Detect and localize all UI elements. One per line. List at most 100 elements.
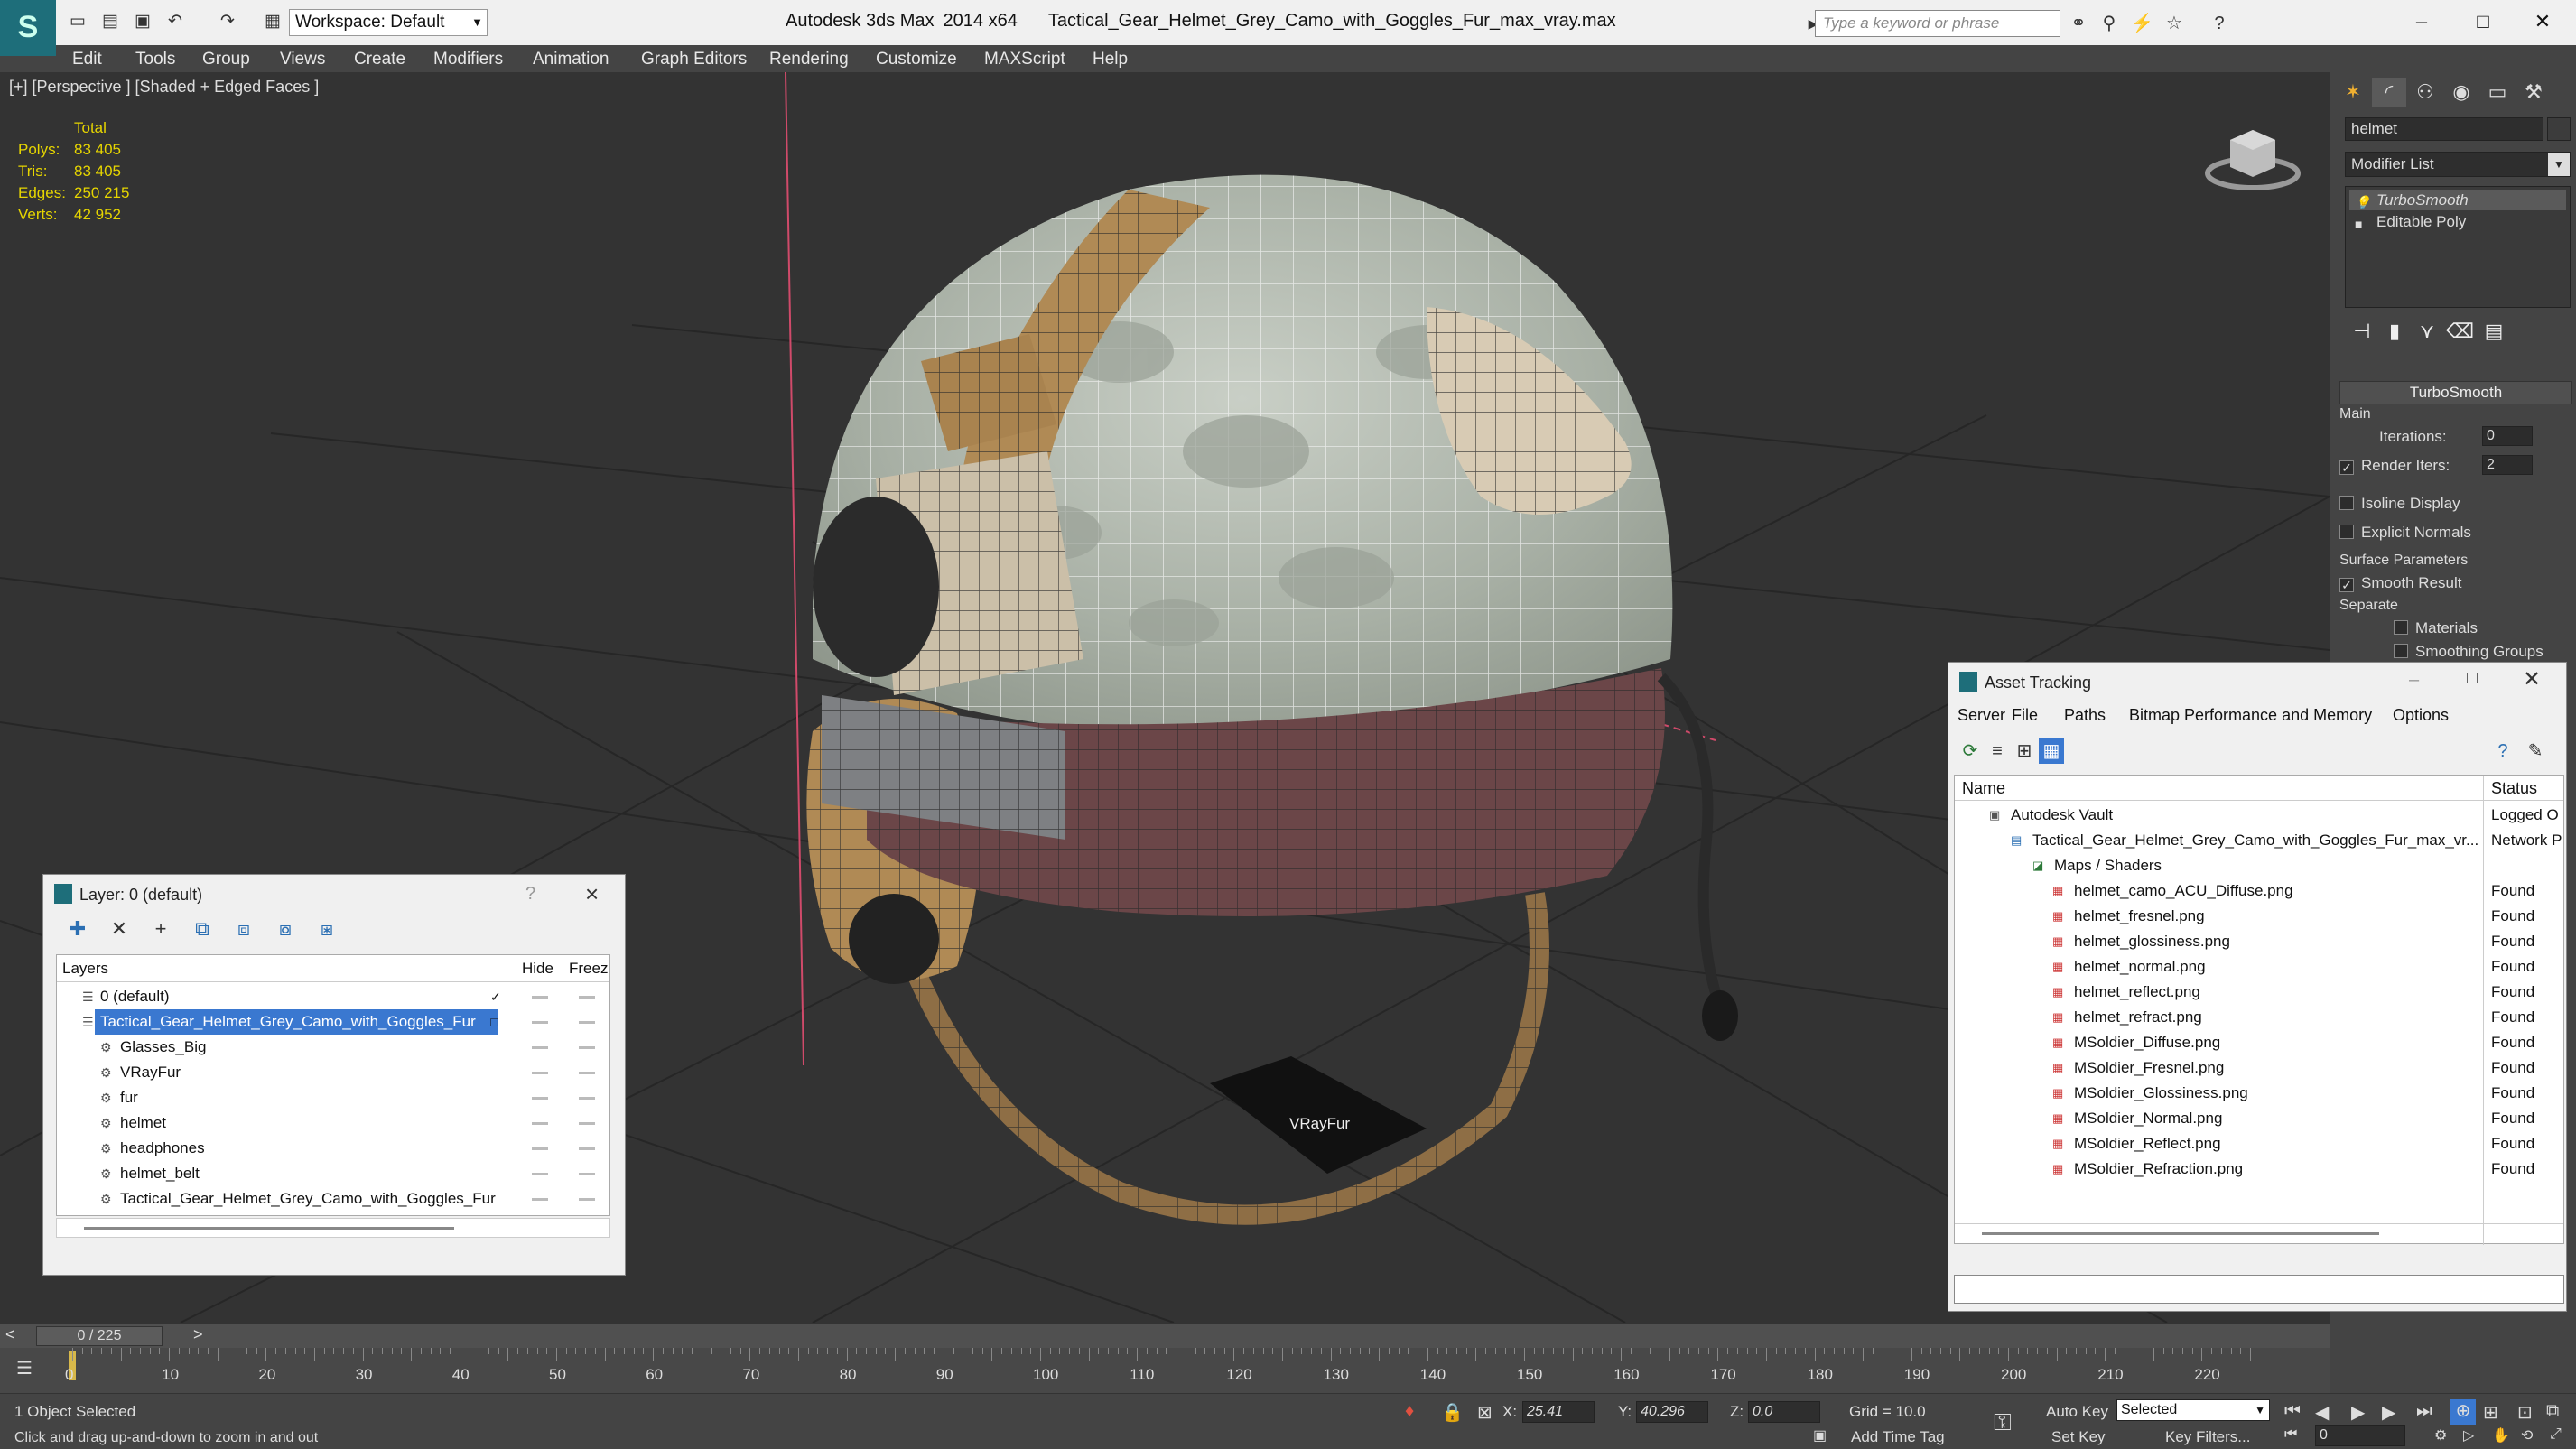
- layer-scrollbar[interactable]: [56, 1218, 610, 1238]
- motion-tab-icon[interactable]: ◉: [2444, 78, 2478, 107]
- smooth-result-checkbox[interactable]: ✓: [2339, 578, 2354, 592]
- zoom-extents-all-icon[interactable]: ⧉: [2546, 1401, 2559, 1422]
- asset-row[interactable]: ▦ helmet_reflect.png Found: [1955, 980, 2563, 1005]
- asset-row[interactable]: ▦ MSoldier_Refraction.png Found: [1955, 1156, 2563, 1182]
- menu-group[interactable]: Group: [202, 50, 250, 70]
- subscription-icon[interactable]: ⚲: [2098, 13, 2120, 34]
- col-hide[interactable]: Hide: [516, 955, 553, 982]
- remove-modifier-icon[interactable]: ⌫: [2446, 318, 2474, 345]
- search-input[interactable]: Type a keyword or phrase: [1815, 10, 2060, 37]
- menu-tools[interactable]: Tools: [135, 50, 175, 70]
- z-coordinate-field[interactable]: 0.0: [1748, 1401, 1820, 1423]
- render-iters-spinner[interactable]: 2: [2482, 455, 2533, 475]
- close-button[interactable]: ✕: [2525, 5, 2561, 38]
- y-coordinate-field[interactable]: 40.296: [1636, 1401, 1708, 1423]
- smoothing-groups-checkbox[interactable]: [2394, 644, 2408, 658]
- help-icon[interactable]: ?: [2209, 13, 2230, 34]
- select-in-layer-icon[interactable]: ⧉: [188, 915, 217, 943]
- explicit-normals-row[interactable]: Explicit Normals: [2339, 524, 2574, 542]
- layer-row[interactable]: ⚙ headphones: [57, 1136, 609, 1161]
- layer-row[interactable]: ☰ 0 (default) ✓: [57, 984, 609, 1009]
- next-frame-icon[interactable]: >: [193, 1325, 203, 1344]
- modifier-list-dropdown[interactable]: Modifier List ▼: [2345, 152, 2571, 177]
- create-layer-icon[interactable]: ✚: [63, 915, 92, 943]
- delete-layer-icon[interactable]: ✕: [105, 915, 134, 943]
- asset-row[interactable]: ▦ helmet_glossiness.png Found: [1955, 929, 2563, 954]
- utilities-tab-icon[interactable]: ⚒: [2516, 78, 2551, 107]
- key-mode-dropdown[interactable]: Selected ▼: [2116, 1399, 2270, 1421]
- app-logo-icon[interactable]: S: [0, 0, 56, 56]
- show-end-result-icon[interactable]: ▮: [2381, 318, 2408, 345]
- go-to-start-icon[interactable]: ⏮: [2284, 1401, 2301, 1422]
- highlight-layer-icon[interactable]: ⧈: [229, 915, 258, 943]
- refresh-icon[interactable]: ⟳: [1958, 738, 1983, 764]
- workspace-dropdown[interactable]: Workspace: Default ▼: [289, 9, 488, 36]
- col-layers[interactable]: Layers: [62, 955, 108, 982]
- prev-frame-icon[interactable]: <: [5, 1325, 15, 1344]
- absolute-mode-icon[interactable]: ⊠: [1477, 1401, 1493, 1424]
- binoculars-icon[interactable]: ⚭: [2068, 13, 2089, 34]
- object-color-swatch[interactable]: [2547, 117, 2571, 141]
- layer-row[interactable]: ⚙ helmet: [57, 1110, 609, 1136]
- menu-animation[interactable]: Animation: [533, 50, 609, 70]
- stack-item-editable-poly[interactable]: ■ Editable Poly: [2349, 212, 2566, 232]
- time-slider-thumb[interactable]: 0 / 225: [36, 1326, 163, 1346]
- asset-menu-bitmap-performance[interactable]: Bitmap Performance and Memory: [2129, 706, 2372, 725]
- menu-customize[interactable]: Customize: [876, 50, 957, 70]
- maximize-viewport-icon[interactable]: ⤢: [2550, 1426, 2562, 1443]
- favorites-icon[interactable]: ☆: [2163, 13, 2185, 34]
- asset-row[interactable]: ▦ helmet_fresnel.png Found: [1955, 904, 2563, 929]
- layer-row[interactable]: ⚙ helmet_belt: [57, 1161, 609, 1186]
- asset-row[interactable]: ▦ helmet_camo_ACU_Diffuse.png Found: [1955, 878, 2563, 904]
- asset-dialog-close-button[interactable]: ✕: [2523, 666, 2541, 692]
- menu-help[interactable]: Help: [1093, 50, 1128, 70]
- zoom-all-icon[interactable]: ⊞: [2483, 1401, 2498, 1424]
- col-name[interactable]: Name: [1962, 776, 2005, 801]
- smoothing-groups-row[interactable]: Smoothing Groups: [2339, 643, 2574, 661]
- layer-row[interactable]: ⚙ fur: [57, 1085, 609, 1110]
- layer-row[interactable]: ☰ Tactical_Gear_Helmet_Grey_Camo_with_Gog…: [57, 1009, 609, 1035]
- save-file-icon[interactable]: ▣: [132, 12, 153, 32]
- asset-row[interactable]: ▦ MSoldier_Reflect.png Found: [1955, 1131, 2563, 1156]
- asset-scrollbar[interactable]: [1955, 1223, 2563, 1243]
- lock-icon[interactable]: 🔒: [1441, 1401, 1464, 1424]
- list-view-icon[interactable]: ≡: [1985, 738, 2010, 764]
- lightbulb-icon[interactable]: 💡: [2355, 192, 2370, 212]
- minimize-button[interactable]: –: [2404, 5, 2440, 38]
- freeze-all-layers-icon[interactable]: ⧆: [312, 915, 341, 943]
- asset-dialog-minimize-button[interactable]: –: [2409, 670, 2419, 691]
- menu-edit[interactable]: Edit: [72, 50, 102, 70]
- asset-row[interactable]: ▦ MSoldier_Glossiness.png Found: [1955, 1081, 2563, 1106]
- menu-create[interactable]: Create: [354, 50, 405, 70]
- new-file-icon[interactable]: ▭: [67, 12, 88, 32]
- track-bar[interactable]: ☰ 0 10 20 30 40 50 60 70 80 90 100 110 120 130 140 150 1…: [0, 1348, 2330, 1393]
- viewport-label[interactable]: [+] [Perspective ] [Shaded + Edged Faces…: [9, 78, 319, 97]
- menu-graph-editors[interactable]: Graph Editors: [641, 50, 747, 70]
- smooth-result-row[interactable]: ✓ Smooth Result: [2339, 574, 2574, 592]
- key-icon[interactable]: ⚿: [1994, 1408, 2012, 1437]
- asset-menu-server[interactable]: Server: [1958, 706, 2005, 725]
- key-mode-toggle-icon[interactable]: ⏮: [2284, 1426, 2297, 1443]
- hierarchy-tab-icon[interactable]: ⚇: [2408, 78, 2442, 107]
- asset-menu-file[interactable]: File: [2012, 706, 2038, 725]
- key-filters-button[interactable]: Key Filters...: [2165, 1428, 2250, 1446]
- layer-dialog-help[interactable]: ?: [525, 884, 535, 905]
- asset-row[interactable]: ▦ MSoldier_Fresnel.png Found: [1955, 1055, 2563, 1081]
- open-file-icon[interactable]: ▤: [99, 12, 121, 32]
- maximize-button[interactable]: □: [2465, 5, 2501, 38]
- render-iters-checkbox[interactable]: ✓: [2339, 460, 2354, 475]
- asset-row[interactable]: ▦ helmet_normal.png Found: [1955, 954, 2563, 980]
- table-view-icon[interactable]: ▦: [2039, 738, 2064, 764]
- hide-all-layers-icon[interactable]: ⧇: [271, 915, 300, 943]
- auto-key-button[interactable]: Auto Key: [2046, 1403, 2108, 1421]
- time-slider[interactable]: < 0 / 225 >: [0, 1323, 2330, 1348]
- play-icon[interactable]: ▶: [2351, 1401, 2365, 1424]
- object-name-field[interactable]: helmet: [2345, 117, 2543, 141]
- communication-center-icon[interactable]: ⚡: [2131, 13, 2153, 34]
- helmet-3d-model[interactable]: VRayFur: [740, 153, 1770, 1264]
- asset-help-icon[interactable]: ?: [2490, 738, 2516, 764]
- asset-row[interactable]: ▦ MSoldier_Normal.png Found: [1955, 1106, 2563, 1131]
- layer-row[interactable]: ⚙ Tactical_Gear_Helmet_Grey_Camo_with_Gog…: [57, 1186, 609, 1212]
- materials-checkbox[interactable]: [2394, 620, 2408, 635]
- go-to-end-icon[interactable]: ⏭: [2416, 1401, 2432, 1422]
